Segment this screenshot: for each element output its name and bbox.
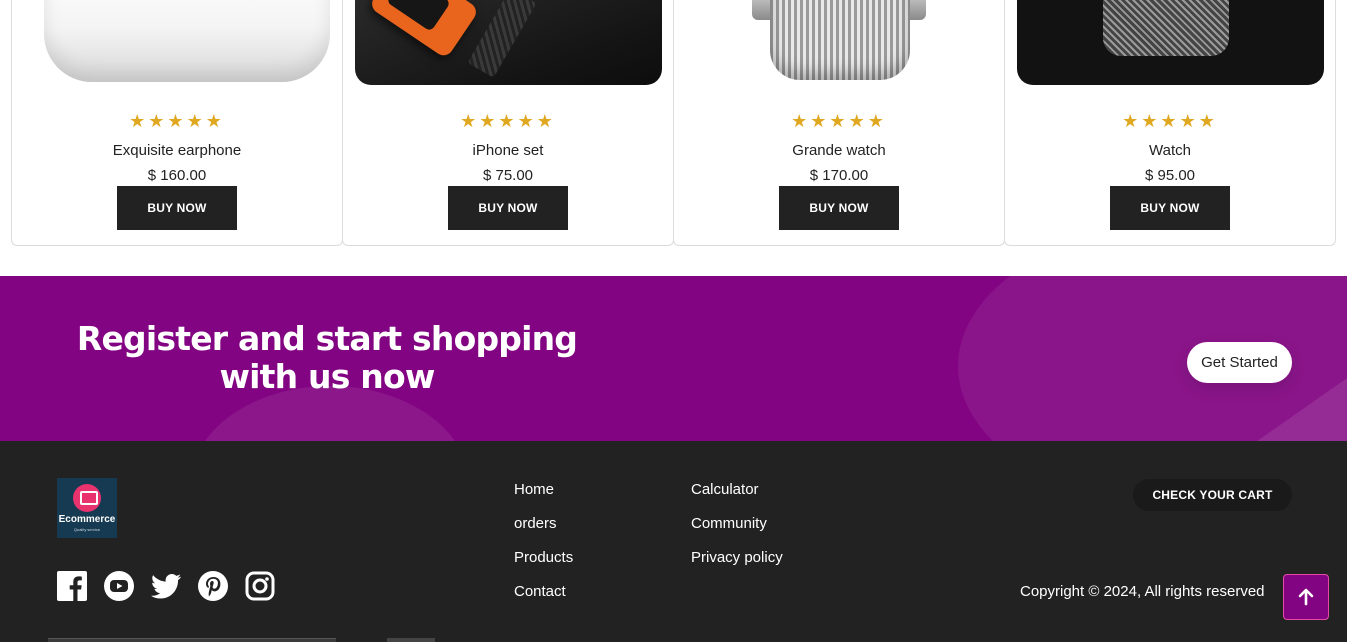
buy-now-button[interactable]: BUY NOW: [1110, 186, 1230, 230]
register-banner: Register and start shopping with us now …: [0, 276, 1347, 441]
product-card[interactable]: ★★★★★ iPhone set $ 75.00 BUY NOW: [342, 0, 674, 246]
arrow-up-icon: [1298, 588, 1314, 606]
buy-now-button[interactable]: BUY NOW: [779, 186, 899, 230]
product-image[interactable]: [686, 0, 993, 85]
product-card[interactable]: ★★★★★ Watch $ 95.00 BUY NOW: [1004, 0, 1336, 246]
rating-stars: ★★★★★: [129, 111, 225, 132]
social-links: [57, 571, 275, 601]
footer-link-community[interactable]: Community: [691, 515, 783, 549]
scroll-to-top-button[interactable]: [1283, 574, 1329, 620]
check-cart-button[interactable]: CHECK YOUR CART: [1133, 479, 1292, 511]
pinterest-icon[interactable]: [198, 571, 228, 601]
buy-now-button[interactable]: BUY NOW: [448, 186, 568, 230]
footer-link-products[interactable]: Products: [514, 549, 573, 583]
footer-link-calculator[interactable]: Calculator: [691, 481, 783, 515]
product-price: $ 160.00: [147, 167, 207, 184]
cart-logo-icon: [73, 484, 101, 512]
footer: Ecommerce Quality service Home orders Pr…: [0, 441, 1347, 642]
rating-stars: ★★★★★: [791, 111, 887, 132]
facebook-icon[interactable]: [57, 571, 87, 601]
twitter-icon[interactable]: [151, 571, 181, 601]
footer-link-contact[interactable]: Contact: [514, 583, 573, 617]
footer-link-home[interactable]: Home: [514, 481, 573, 515]
product-card[interactable]: ★★★★★ Grande watch $ 170.00 BUY NOW: [673, 0, 1005, 246]
buy-now-button[interactable]: BUY NOW: [117, 186, 237, 230]
product-image[interactable]: [355, 0, 662, 85]
horizontal-scrollbar[interactable]: [48, 638, 336, 642]
product-price: $ 170.00: [809, 167, 869, 184]
product-price: $ 95.00: [1144, 167, 1196, 184]
product-price: $ 75.00: [482, 167, 534, 184]
rating-stars: ★★★★★: [460, 111, 556, 132]
product-grid: ★★★★★ Exquisite earphone $ 160.00 BUY NO…: [11, 0, 1338, 246]
copyright-text: Copyright © 2024, All rights reserved: [1020, 583, 1265, 600]
footer-links-main: Home orders Products Contact: [514, 481, 573, 617]
footer-link-privacy-policy[interactable]: Privacy policy: [691, 549, 783, 583]
scrollbar-thumb[interactable]: [387, 638, 435, 642]
logo-brand: Ecommerce: [58, 514, 116, 525]
product-name[interactable]: Exquisite earphone: [12, 142, 342, 159]
product-image[interactable]: [1017, 0, 1324, 85]
product-card[interactable]: ★★★★★ Exquisite earphone $ 160.00 BUY NO…: [11, 0, 343, 246]
footer-link-orders[interactable]: orders: [514, 515, 573, 549]
logo-tagline: Quality service: [73, 527, 101, 532]
product-name[interactable]: iPhone set: [343, 142, 673, 159]
rating-stars: ★★★★★: [1122, 111, 1218, 132]
youtube-icon[interactable]: [104, 571, 134, 601]
product-name[interactable]: Grande watch: [674, 142, 1004, 159]
product-name[interactable]: Watch: [1005, 142, 1335, 159]
product-image[interactable]: [24, 0, 331, 85]
logo[interactable]: Ecommerce Quality service: [57, 478, 117, 538]
decorative-shape: [1250, 376, 1347, 441]
get-started-button[interactable]: Get Started: [1187, 342, 1292, 383]
footer-links-secondary: Calculator Community Privacy policy: [691, 481, 783, 583]
instagram-icon[interactable]: [245, 571, 275, 601]
banner-heading: Register and start shopping with us now: [76, 319, 578, 396]
